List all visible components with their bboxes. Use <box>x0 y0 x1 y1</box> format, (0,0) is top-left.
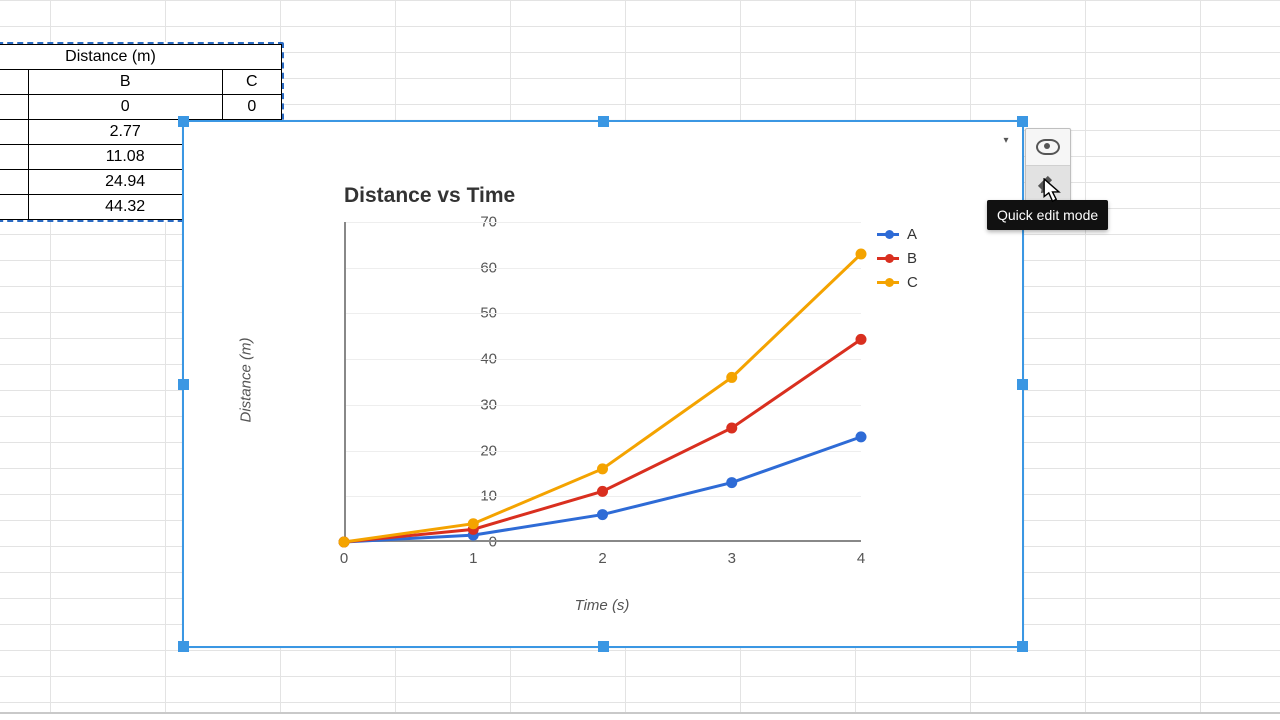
resize-handle[interactable] <box>598 641 609 652</box>
x-axis-label: Time (s) <box>575 597 630 614</box>
legend-item[interactable]: C <box>877 270 918 294</box>
resize-handle[interactable] <box>178 641 189 652</box>
resize-handle[interactable] <box>1017 641 1028 652</box>
legend-label: B <box>907 250 917 267</box>
legend-swatch-icon <box>877 233 899 236</box>
col-header <box>0 70 28 95</box>
eye-icon <box>1036 139 1060 155</box>
resize-handle[interactable] <box>1017 116 1028 127</box>
pencil-icon <box>1038 174 1058 194</box>
col-header: B <box>28 70 222 95</box>
y-axis-label: Distance (m) <box>238 337 255 422</box>
x-tick: 1 <box>469 550 477 567</box>
resize-handle[interactable] <box>598 116 609 127</box>
x-tick: 3 <box>728 550 736 567</box>
chart-svg <box>344 222 861 542</box>
col-header: C <box>222 70 281 95</box>
legend-label: A <box>907 226 917 243</box>
resize-handle[interactable] <box>178 379 189 390</box>
legend-item[interactable]: A <box>877 222 918 246</box>
chart-object[interactable]: ▾ Distance vs Time Distance (m) Time (s)… <box>182 120 1024 648</box>
tooltip: Quick edit mode <box>987 200 1108 230</box>
legend-swatch-icon <box>877 257 899 260</box>
x-tick: 0 <box>340 550 348 567</box>
resize-handle[interactable] <box>1017 379 1028 390</box>
table-row: 0 0 <box>0 95 282 120</box>
view-mode-button[interactable] <box>1026 129 1070 165</box>
chart-tools-panel <box>1025 128 1071 203</box>
legend-swatch-icon <box>877 281 899 284</box>
legend-label: C <box>907 274 918 291</box>
x-tick: 2 <box>598 550 606 567</box>
quick-edit-button[interactable] <box>1026 166 1070 202</box>
legend-item[interactable]: B <box>877 246 918 270</box>
chart-menu-dropdown[interactable]: ▾ <box>998 132 1014 148</box>
chart-title: Distance vs Time <box>344 184 515 208</box>
resize-handle[interactable] <box>178 116 189 127</box>
chart-legend: A B C <box>877 222 918 294</box>
x-tick: 4 <box>857 550 865 567</box>
table-header: Distance (m) <box>0 45 282 70</box>
